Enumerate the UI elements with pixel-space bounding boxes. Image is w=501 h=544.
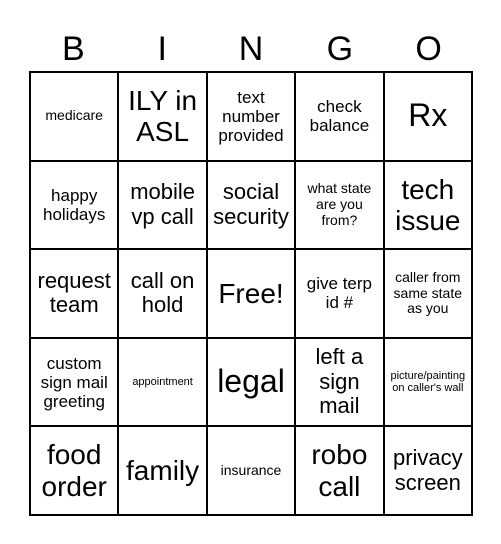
bingo-cell-label: picture/painting on caller's wall	[390, 369, 466, 395]
bingo-cell[interactable]: Free!	[206, 249, 296, 338]
bingo-cell[interactable]: social security	[206, 160, 296, 250]
bingo-cell[interactable]: call on hold	[118, 249, 207, 338]
header-letter-o: O	[415, 30, 442, 68]
bingo-cell-label: social security	[213, 179, 289, 229]
bingo-cell[interactable]: text number provided	[206, 72, 296, 161]
bingo-cell-label: request team	[37, 267, 111, 318]
header-letter-g: G	[326, 30, 354, 68]
bingo-cell[interactable]: food order	[30, 426, 119, 515]
bingo-cell[interactable]: appointment	[118, 337, 207, 427]
bingo-cell-label: Rx	[408, 97, 448, 134]
bingo-cell[interactable]: custom sign mail greeting	[30, 337, 119, 427]
bingo-cell-label: left a sign mail	[315, 344, 364, 419]
bingo-cell[interactable]: insurance	[206, 426, 296, 515]
bingo-cell-label: happy holidays	[43, 185, 106, 224]
bingo-cell-label: give terp id #	[306, 274, 372, 313]
bingo-cell[interactable]: give terp id #	[295, 249, 384, 338]
bingo-cell-label: insurance	[220, 461, 282, 478]
bingo-cell[interactable]: privacy screen	[383, 426, 472, 515]
bingo-cell-label: robo call	[311, 439, 368, 502]
bingo-cell[interactable]: legal	[206, 337, 296, 427]
bingo-cell[interactable]: check balance	[295, 72, 384, 161]
bingo-cell[interactable]: left a sign mail	[295, 337, 384, 427]
bingo-cell[interactable]: tech issue	[383, 160, 472, 250]
bingo-cell-label: ILY in ASL	[128, 84, 198, 148]
bingo-cell[interactable]: family	[118, 426, 207, 515]
header-letter-n: N	[238, 30, 264, 68]
bingo-cell[interactable]: picture/painting on caller's wall	[383, 337, 472, 427]
bingo-cell-label: legal	[217, 363, 285, 400]
bingo-cell[interactable]: what state are you from?	[295, 160, 384, 250]
bingo-cell-label: what state are you from?	[307, 180, 372, 228]
bingo-cell-label: family	[126, 455, 200, 486]
bingo-cell-label: mobile vp call	[130, 179, 195, 229]
bingo-cell-label: food order	[41, 439, 107, 502]
bingo-cell[interactable]: request team	[30, 249, 119, 338]
bingo-cell-label: caller from same state as you	[393, 268, 463, 317]
bingo-header: B I N G O	[29, 28, 473, 70]
bingo-cell-label: call on hold	[130, 267, 195, 318]
bingo-cell[interactable]: robo call	[295, 426, 384, 515]
bingo-cell[interactable]: mobile vp call	[118, 160, 207, 250]
bingo-cell[interactable]: Rx	[383, 72, 472, 161]
bingo-cell-label: tech issue	[395, 173, 461, 236]
bingo-card-grid: medicare ILY in ASL text number provided ch…	[29, 71, 473, 516]
bingo-cell-label: text number provided	[218, 87, 284, 145]
bingo-cell[interactable]: happy holidays	[30, 160, 119, 250]
bingo-cell[interactable]: caller from same state as you	[383, 249, 472, 338]
header-letter-b: B	[62, 30, 85, 68]
header-letter-i: I	[157, 30, 167, 68]
bingo-cell-label: appointment	[132, 375, 193, 388]
bingo-cell-label: medicare	[45, 107, 103, 124]
bingo-cell-label: custom sign mail greeting	[40, 353, 108, 411]
bingo-cell[interactable]: medicare	[30, 72, 119, 161]
bingo-cell-label: check balance	[309, 97, 370, 136]
bingo-cell[interactable]: ILY in ASL	[118, 72, 207, 161]
bingo-cell-label: privacy screen	[392, 445, 463, 495]
bingo-cell-label: Free!	[218, 277, 284, 309]
